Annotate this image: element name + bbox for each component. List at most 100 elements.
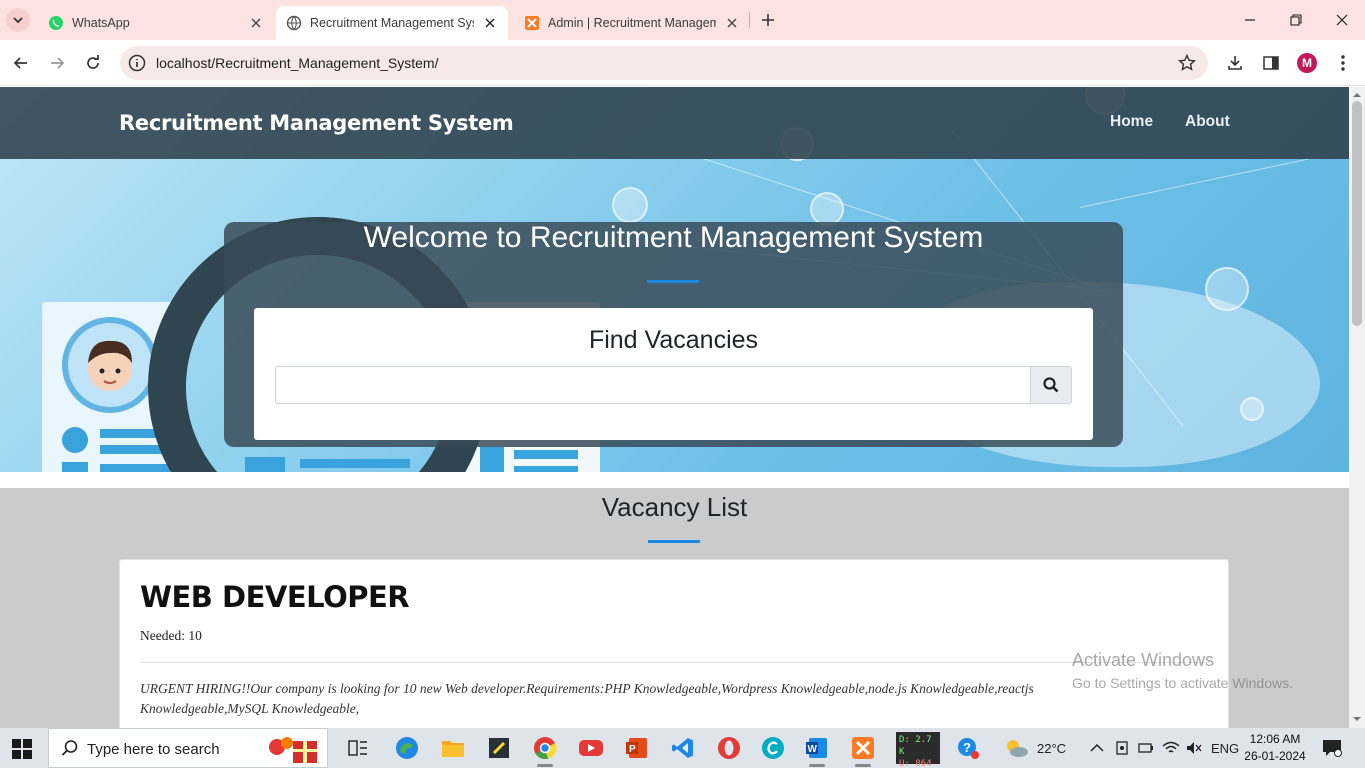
close-tab-icon[interactable] xyxy=(724,15,740,31)
vacancy-search-input[interactable] xyxy=(275,366,1031,404)
side-panel-button[interactable] xyxy=(1260,52,1282,74)
canva-icon xyxy=(762,737,784,759)
back-button[interactable] xyxy=(9,51,33,75)
network-node xyxy=(1205,267,1249,311)
powerpoint-icon: P xyxy=(626,738,647,758)
hero-heading: Welcome to Recruitment Management System xyxy=(224,222,1123,254)
tab-title: WhatsApp xyxy=(72,16,130,30)
whatsapp-icon xyxy=(48,15,64,31)
watermark-title: Activate Windows xyxy=(1072,650,1215,670)
help-icon: ? xyxy=(958,738,979,759)
site-brand[interactable]: Recruitment Management System xyxy=(119,111,514,135)
browser-menu-button[interactable] xyxy=(1332,52,1354,74)
opera-icon xyxy=(718,737,740,759)
close-window-button[interactable] xyxy=(1330,8,1354,32)
tray-icon-webcam[interactable] xyxy=(1115,728,1129,768)
taskbar-vscode[interactable] xyxy=(665,732,701,764)
profile-photo-graphic xyxy=(62,317,158,413)
folder-icon xyxy=(442,741,464,757)
edge-icon xyxy=(396,737,418,759)
tab-whatsapp[interactable]: WhatsApp xyxy=(38,6,274,40)
taskbar-search-box[interactable]: Type here to search xyxy=(48,728,328,768)
taskbar-clock[interactable]: 12:06 AM 26-01-2024 xyxy=(1240,731,1310,765)
cv-block-graphic xyxy=(480,447,504,472)
net-upload: U: 864 xyxy=(899,759,932,769)
cv-block-graphic xyxy=(245,457,285,472)
taskbar-opera[interactable] xyxy=(711,732,747,764)
site-info-icon[interactable] xyxy=(128,54,146,72)
search-card-title: Find Vacancies xyxy=(588,326,759,354)
downloads-button[interactable] xyxy=(1224,52,1246,74)
clock-time: 12:06 AM xyxy=(1249,732,1301,746)
profile-button[interactable]: M xyxy=(1296,52,1318,74)
avatar: M xyxy=(1297,53,1317,73)
cv-line-graphic xyxy=(300,459,410,468)
scrollbar-thumb[interactable] xyxy=(1352,101,1362,326)
battery-icon xyxy=(1138,743,1153,753)
arrow-left-icon xyxy=(13,57,27,69)
bookmark-star-icon[interactable] xyxy=(1178,54,1196,72)
close-tab-icon[interactable] xyxy=(482,15,498,31)
restore-button[interactable] xyxy=(1284,8,1308,32)
weather-sun-cloud-icon xyxy=(1007,740,1028,757)
scroll-down-arrow-icon[interactable] xyxy=(1353,715,1361,723)
taskbar-canva[interactable] xyxy=(755,732,791,764)
nav-about-link[interactable]: About xyxy=(1185,113,1230,131)
taskbar-chrome[interactable] xyxy=(527,732,563,767)
close-tab-icon[interactable] xyxy=(248,15,264,31)
vacancy-description: URGENT HIRING!!Our company is looking fo… xyxy=(140,681,1034,716)
nav-home-link[interactable]: Home xyxy=(1110,113,1153,131)
vacancy-title: WEB DEVELOPER xyxy=(140,580,410,614)
minimize-button[interactable] xyxy=(1238,8,1262,32)
activate-windows-watermark: Activate Windows Go to Settings to activ… xyxy=(1072,650,1293,691)
network-line xyxy=(1080,152,1335,208)
browser-tab-strip: WhatsApp Recruitment Management Syste Ad… xyxy=(0,0,1365,40)
vacancy-list-heading: Vacancy List xyxy=(601,492,748,522)
taskbar-edge[interactable] xyxy=(389,732,425,764)
taskbar-file-explorer[interactable] xyxy=(435,732,471,764)
tray-icon-volume[interactable] xyxy=(1186,728,1202,768)
search-button[interactable] xyxy=(1030,366,1072,404)
notification-icon xyxy=(1323,740,1342,757)
tab-admin-recruitment[interactable]: Admin | Recruitment Managem xyxy=(514,6,750,40)
plus-icon xyxy=(762,14,774,26)
page-scrollbar[interactable] xyxy=(1349,87,1365,728)
browser-toolbar: localhost/Recruitment_Management_System/… xyxy=(0,40,1365,86)
taskbar-youtube[interactable] xyxy=(573,732,609,764)
reload-button[interactable] xyxy=(81,51,105,75)
tray-icon-wifi[interactable] xyxy=(1162,728,1180,768)
task-view-icon xyxy=(348,740,367,756)
side-panel-icon xyxy=(1263,56,1279,70)
language-indicator[interactable]: ENG xyxy=(1211,728,1239,768)
watermark-subtitle: Go to Settings to activate Windows. xyxy=(1072,675,1293,691)
show-hidden-icons[interactable] xyxy=(1090,728,1104,768)
taskbar-word[interactable]: W xyxy=(799,732,835,767)
tab-search-button[interactable] xyxy=(6,8,30,32)
taskbar-xampp[interactable] xyxy=(845,732,881,767)
windows-start-icon[interactable] xyxy=(12,739,32,759)
chevron-down-icon xyxy=(13,17,23,24)
help-button[interactable]: ? xyxy=(950,732,986,764)
tab-title: Recruitment Management Syste xyxy=(310,16,474,30)
gift-illustration-icon xyxy=(269,737,317,763)
cv-bullet-graphic xyxy=(62,427,88,453)
weather-widget[interactable]: 22°C xyxy=(1003,728,1066,768)
address-bar[interactable]: localhost/Recruitment_Management_System/ xyxy=(120,46,1208,80)
taskbar-sticky-notes[interactable] xyxy=(481,732,517,764)
taskbar-powerpoint[interactable]: P xyxy=(619,732,655,764)
notification-center-button[interactable] xyxy=(1322,728,1342,768)
scroll-up-arrow-icon[interactable] xyxy=(1353,91,1361,99)
temperature-label: 22°C xyxy=(1037,740,1067,756)
tray-icon-battery[interactable] xyxy=(1138,728,1154,768)
xampp-icon xyxy=(524,15,540,31)
tab-recruitment-system[interactable]: Recruitment Management Syste xyxy=(276,6,508,40)
vacancy-card[interactable]: WEB DEVELOPER Needed: 10 URGENT HIRING!!… xyxy=(119,559,1229,728)
windows-taskbar: Type here to search P W D: 2.7 K U: 864 xyxy=(0,728,1365,769)
forward-button[interactable] xyxy=(45,51,69,75)
new-tab-button[interactable] xyxy=(756,8,780,32)
task-view-button[interactable] xyxy=(340,732,376,764)
heading-divider xyxy=(648,540,700,543)
reload-icon xyxy=(87,55,99,69)
close-icon xyxy=(1336,14,1348,26)
minimize-icon xyxy=(1245,19,1255,21)
